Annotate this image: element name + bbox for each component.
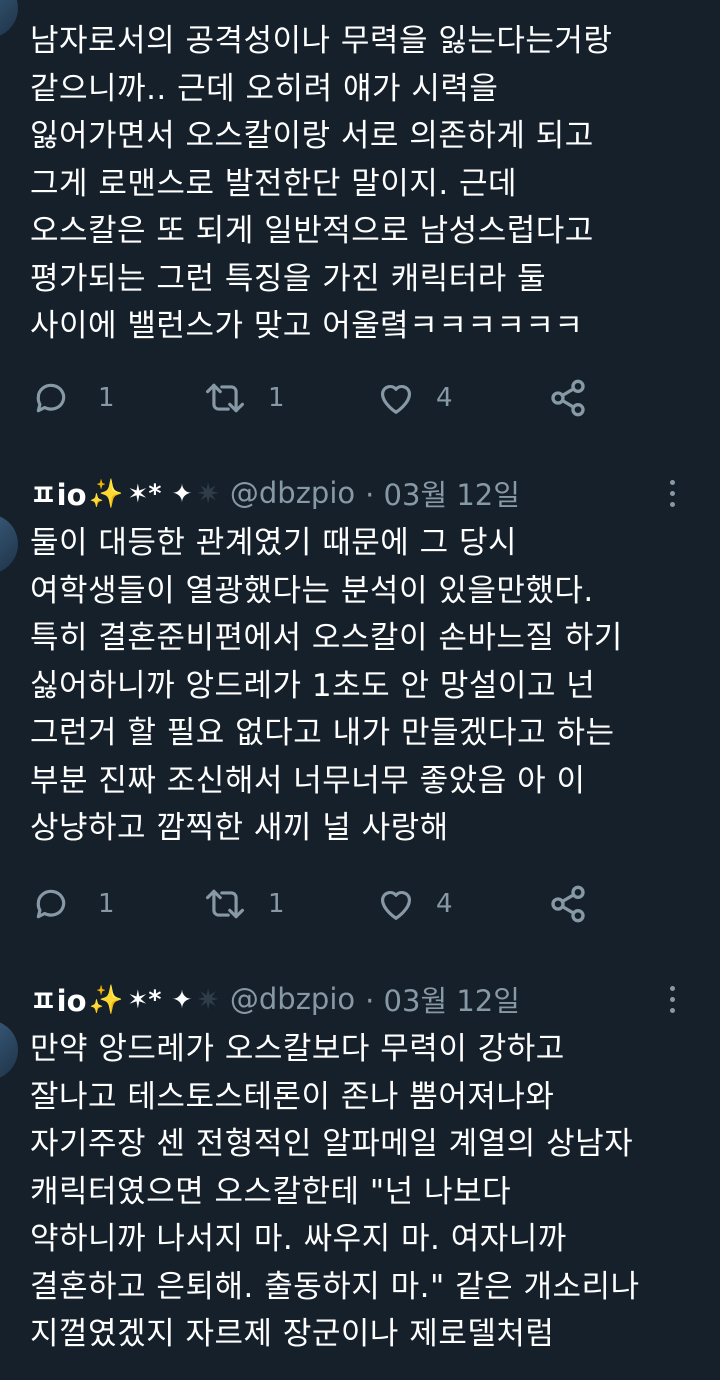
reply-button[interactable]: 1 xyxy=(32,376,115,420)
like-icon xyxy=(380,384,412,414)
more-icon[interactable] xyxy=(666,480,678,507)
display-name[interactable]: ㅍio xyxy=(30,978,87,1020)
tweet-text-line: 상냥하고 깜찍한 새끼 널 사랑해 xyxy=(30,810,449,846)
like-icon xyxy=(380,890,412,920)
reply-count: 1 xyxy=(98,383,115,413)
like-count: 4 xyxy=(436,889,453,919)
tweet-header: ㅍio ✨ ✶* ✦ ✷ @dbzpio · 03월 12일 xyxy=(30,974,520,1024)
retweet-icon xyxy=(206,383,245,413)
dim-star-icon: ✷ xyxy=(196,476,220,510)
display-name[interactable]: ㅍio xyxy=(30,472,87,514)
tweet-text: 만약 앙드레가 오스칼보다 무력이 강하고 잘나고 테스토스테론이 존나 뿜어져… xyxy=(30,1026,710,1359)
reply-icon xyxy=(36,889,66,919)
tweet-text-line: 둘이 대등한 관계였기 때문에 그 당시 xyxy=(30,525,518,561)
four-point-star-icon: ✦ xyxy=(171,984,193,1014)
share-icon xyxy=(551,885,585,923)
retweet-button[interactable]: 1 xyxy=(202,376,285,420)
tweet-text-line: 평가되는 그런 특징을 가진 캐릭터라 둘 xyxy=(30,260,547,297)
tweet-text-line: 그게 로맨스로 발전한단 말이지. 근데 xyxy=(30,165,518,202)
star-icon: ✶* xyxy=(127,478,162,508)
tweet-2[interactable]: ㅍio ✨ ✶* ✦ ✷ @dbzpio · 03월 12일 둘이 대등한 관계… xyxy=(0,468,720,948)
retweet-button[interactable]: 1 xyxy=(202,882,285,926)
tweet-text-line: 부분 진짜 조신해서 너무너무 좋았음 아 이 xyxy=(30,762,586,799)
tweet-text-line: 캐릭터였으면 오스칼한테 "넌 나보다 xyxy=(30,1173,512,1210)
star-icon: ✶* xyxy=(127,984,162,1014)
tweet-text-line: 지껄였겠지 자르제 장군이나 제로델처럼 xyxy=(30,1316,555,1352)
tweet-text-line: 약하니까 나서지 마. 싸우지 마. 여자니까 xyxy=(30,1221,567,1257)
share-icon xyxy=(551,379,585,417)
retweet-icon xyxy=(206,889,245,919)
tweet-text-line: 남자로서의 공격성이나 무력을 잃는다는거랑 xyxy=(30,23,613,59)
tweet-text-line: 특히 결혼준비편에서 오스칼이 손바느질 하기 xyxy=(30,620,623,656)
tweet-header: ㅍio ✨ ✶* ✦ ✷ @dbzpio · 03월 12일 xyxy=(30,468,520,518)
tweet-1[interactable]: 남자로서의 공격성이나 무력을 잃는다는거랑 같으니까.. 근데 오히려 얘가 … xyxy=(0,0,720,440)
tweet-text-line: 결혼하고 은퇴해. 출동하지 마." 같은 개소리나 xyxy=(30,1268,640,1305)
tweet-date[interactable]: · 03월 12일 xyxy=(365,472,520,514)
more-icon[interactable] xyxy=(666,986,678,1013)
tweet-3[interactable]: ㅍio ✨ ✶* ✦ ✷ @dbzpio · 03월 12일 만약 앙드레가 오… xyxy=(0,974,720,1380)
tweet-text-line: 같으니까.. 근데 오히려 얘가 시력을 xyxy=(30,70,499,107)
reply-icon xyxy=(36,383,66,413)
avatar[interactable] xyxy=(0,0,18,38)
like-button[interactable]: 4 xyxy=(376,882,453,926)
avatar[interactable] xyxy=(0,1020,18,1080)
tweet-text-line: 싫어하니까 앙드레가 1초도 안 망설이고 넌 xyxy=(30,667,596,704)
dim-star-icon: ✷ xyxy=(196,982,220,1016)
user-handle[interactable]: @dbzpio xyxy=(230,982,355,1016)
sparkle-icon: ✨ xyxy=(88,476,124,510)
tweet-actions: 1 1 4 xyxy=(32,376,632,420)
retweet-count: 1 xyxy=(268,383,285,413)
tweet-actions: 1 1 4 xyxy=(32,882,632,926)
like-count: 4 xyxy=(436,383,453,413)
tweet-text-line: 그런거 할 필요 없다고 내가 만들겠다고 하는 xyxy=(30,715,615,751)
user-handle[interactable]: @dbzpio xyxy=(230,476,355,510)
retweet-count: 1 xyxy=(268,889,285,919)
tweet-text-line: 오스칼은 또 되게 일반적으로 남성스럽다고 xyxy=(30,213,594,249)
avatar[interactable] xyxy=(0,514,18,574)
share-button[interactable] xyxy=(548,376,588,420)
four-point-star-icon: ✦ xyxy=(171,478,193,508)
tweet-text-line: 잘나고 테스토스테론이 존나 뿜어져나와 xyxy=(30,1078,555,1115)
tweet-text-line: 여학생들이 열광했다는 분석이 있을만했다. xyxy=(30,572,594,609)
tweet-text: 둘이 대등한 관계였기 때문에 그 당시 여학생들이 열광했다는 분석이 있을만… xyxy=(30,520,710,853)
like-button[interactable]: 4 xyxy=(376,376,453,420)
tweet-text: 남자로서의 공격성이나 무력을 잃는다는거랑 같으니까.. 근데 오히려 얘가 … xyxy=(30,18,710,351)
sparkle-icon: ✨ xyxy=(88,982,124,1016)
tweet-text-line: 자기주장 센 전형적인 알파메일 계열의 상남자 xyxy=(30,1126,634,1162)
tweet-text-line: 잃어가면서 오스칼이랑 서로 의존하게 되고 xyxy=(30,118,594,154)
reply-count: 1 xyxy=(98,889,115,919)
tweet-text-line: 만약 앙드레가 오스칼보다 무력이 강하고 xyxy=(30,1031,565,1067)
tweet-date[interactable]: · 03월 12일 xyxy=(365,978,520,1020)
share-button[interactable] xyxy=(548,882,588,926)
reply-button[interactable]: 1 xyxy=(32,882,115,926)
tweet-text-line: 사이에 밸런스가 맞고 어울렼ㅋㅋㅋㅋㅋㅋ xyxy=(30,308,584,344)
